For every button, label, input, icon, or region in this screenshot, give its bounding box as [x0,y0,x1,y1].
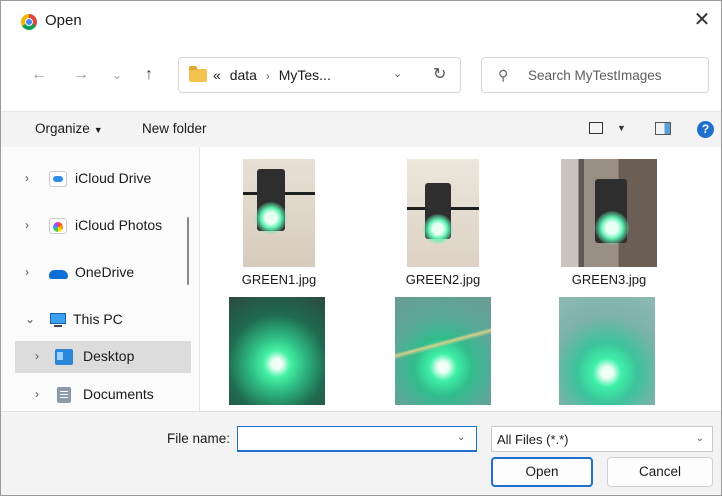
up-arrow-icon[interactable]: ↑ [139,65,159,85]
file-type-value: All Files (*.*) [497,432,569,447]
navigation-pane: › iCloud Drive › iCloud Photos › OneDriv… [1,147,199,411]
sidebar-scrollbar[interactable] [187,217,189,285]
breadcrumb-separator: › [265,69,270,83]
image-thumbnail [395,297,491,405]
help-icon[interactable]: ? [697,121,714,138]
icloud-drive-icon [49,171,67,187]
recent-locations-chevron-icon[interactable]: ⌄ [107,65,127,85]
back-arrow-icon[interactable]: ← [29,65,49,85]
sidebar-item-icloud-drive[interactable]: › iCloud Drive [15,163,191,195]
image-thumbnail [407,159,479,267]
preview-pane-icon[interactable] [655,122,671,135]
file-item-green2[interactable]: GREEN2.jpg [378,159,508,287]
address-dropdown-chevron-icon[interactable]: ⌄ [393,67,402,80]
onedrive-icon [49,265,68,281]
desktop-folder-icon [55,349,73,365]
folder-icon [189,66,207,82]
file-name-label: GREEN3.jpg [571,272,647,287]
expand-chevron-icon[interactable]: › [25,171,29,185]
expand-chevron-icon[interactable]: › [35,387,39,401]
window-title: Open [45,12,82,29]
file-item-green3[interactable]: GREEN3.jpg [544,159,674,287]
dialog-footer: File name: ⌄ All Files (*.*) ⌄ Open Canc… [1,411,721,495]
breadcrumb-item-data[interactable]: data [230,67,257,83]
sidebar-item-label: Desktop [83,348,135,364]
caret-down-icon: ▼ [93,125,103,135]
sidebar-item-label: iCloud Photos [75,217,163,233]
sidebar-item-documents[interactable]: › Documents [15,379,191,411]
view-options-caret-icon[interactable]: ▼ [617,123,626,133]
image-thumbnail [559,297,655,405]
sidebar-item-label: This PC [73,311,123,327]
refresh-icon[interactable]: ↻ [433,64,446,84]
chevron-down-icon: ⌄ [695,433,704,444]
file-type-select[interactable]: All Files (*.*) ⌄ [491,426,713,452]
breadcrumb-item-mytestimages[interactable]: MyTes... [279,67,331,83]
file-name-label: File name: [167,431,231,446]
documents-folder-icon [57,387,71,403]
file-list: GREEN1.jpg GREEN2.jpg GREEN3.jpg [199,147,721,411]
file-name-input[interactable] [237,426,477,452]
cancel-button[interactable]: Cancel [607,457,713,487]
sidebar-item-icloud-photos[interactable]: › iCloud Photos [15,210,191,242]
close-icon[interactable]: ✕ [689,7,715,33]
breadcrumb: « data › MyTes... [213,67,331,83]
file-name-label: GREEN2.jpg [405,272,481,287]
open-file-dialog: Open ✕ ← → ⌄ ↑ « data › MyTes... ⌄ ↻ ⚲ S… [0,0,722,496]
expand-chevron-icon[interactable]: › [35,349,39,363]
chrome-icon [21,14,37,30]
sidebar-item-desktop[interactable]: › Desktop [15,341,191,373]
sidebar-item-label: OneDrive [75,264,135,280]
command-bar: Organize ▼ New folder ▼ ? [1,111,721,148]
image-thumbnail [561,159,657,267]
collapse-chevron-icon[interactable]: ⌄ [25,312,35,326]
navigation-bar: ← → ⌄ ↑ « data › MyTes... ⌄ ↻ ⚲ Search M… [1,41,721,111]
search-icon: ⚲ [498,67,509,83]
search-placeholder: Search MyTestImages [528,68,662,83]
icloud-photos-icon [49,218,67,234]
sidebar-item-onedrive[interactable]: › OneDrive [15,257,191,289]
file-item-image-6[interactable] [542,297,672,410]
sidebar-item-label: iCloud Drive [75,170,152,186]
file-name-dropdown-chevron-icon[interactable]: ⌄ [457,432,465,443]
title-bar: Open ✕ [1,1,721,41]
new-folder-button[interactable]: New folder [142,121,207,136]
organize-label: Organize [35,121,90,136]
file-item-image-5[interactable] [378,297,508,410]
view-mode-icon[interactable] [589,122,603,134]
sidebar-item-this-pc[interactable]: ⌄ This PC [15,304,191,336]
expand-chevron-icon[interactable]: › [25,218,29,232]
file-name-label: GREEN1.jpg [241,272,317,287]
open-button[interactable]: Open [491,457,593,487]
breadcrumb-overflow[interactable]: « [213,67,221,83]
expand-chevron-icon[interactable]: › [25,265,29,279]
file-item-image-4[interactable] [212,297,342,410]
image-thumbnail [243,159,315,267]
address-bar[interactable]: « data › MyTes... ⌄ ↻ [178,57,461,93]
this-pc-icon [49,312,67,328]
image-thumbnail [229,297,325,405]
sidebar-item-label: Documents [83,386,154,402]
file-item-green1[interactable]: GREEN1.jpg [214,159,344,287]
search-box[interactable]: ⚲ Search MyTestImages [481,57,709,93]
organize-menu[interactable]: Organize ▼ [35,121,103,136]
forward-arrow-icon[interactable]: → [71,65,91,85]
